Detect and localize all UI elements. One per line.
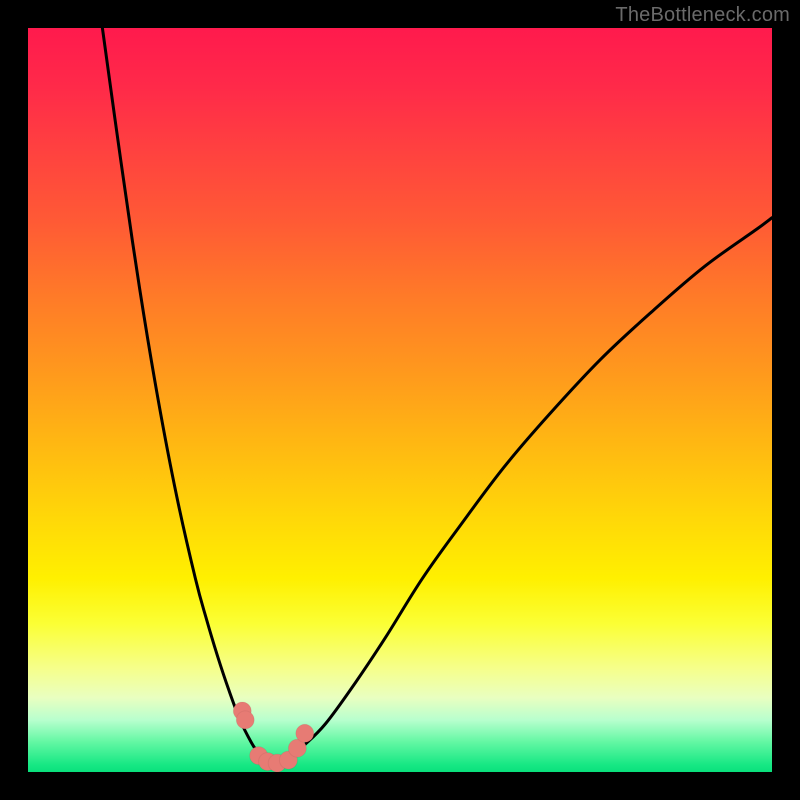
plot-area bbox=[28, 28, 772, 772]
right-branch-line bbox=[274, 218, 772, 765]
watermark-text: TheBottleneck.com bbox=[615, 4, 790, 27]
valley-dot bbox=[296, 724, 314, 742]
left-branch-line bbox=[102, 28, 273, 765]
valley-dots bbox=[233, 702, 313, 772]
chart-frame: TheBottleneck.com bbox=[0, 0, 800, 800]
valley-dot bbox=[236, 711, 254, 729]
curves-svg bbox=[28, 28, 772, 772]
